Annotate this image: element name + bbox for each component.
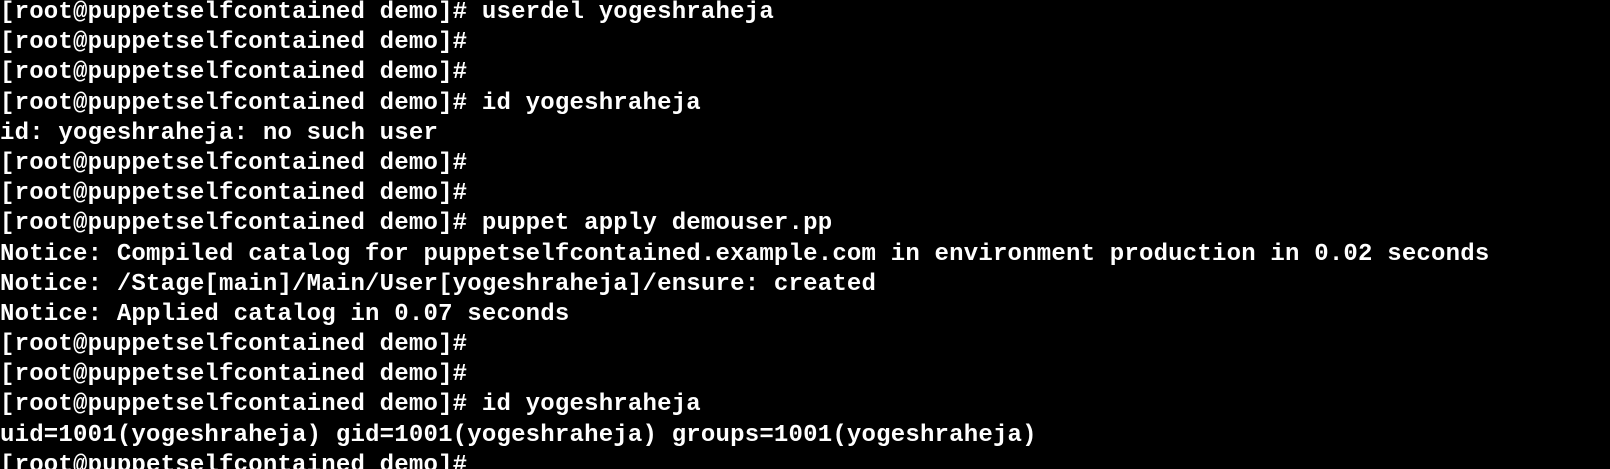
terminal-line: Notice: /Stage[main]/Main/User[yogeshrah… — [0, 270, 877, 298]
terminal-line: [root@puppetselfcontained demo]# id yoge… — [0, 391, 701, 419]
terminal-line: [root@puppetselfcontained demo]# — [0, 331, 468, 359]
terminal-line: [root@puppetselfcontained demo]# — [0, 59, 468, 87]
terminal-line: Notice: Compiled catalog for puppetselfc… — [0, 240, 1490, 268]
terminal-line: Notice: Applied catalog in 0.07 seconds — [0, 300, 570, 328]
terminal-line: [root@puppetselfcontained demo]# — [0, 451, 468, 469]
terminal-line: [root@puppetselfcontained demo]# — [0, 180, 468, 208]
terminal-line: [root@puppetselfcontained demo]# userdel… — [0, 0, 774, 26]
terminal-line: id: yogeshraheja: no such user — [0, 119, 439, 147]
terminal-line: [root@puppetselfcontained demo]# — [0, 361, 468, 389]
terminal-window[interactable]: [root@puppetselfcontained demo]# userdel… — [0, 0, 1610, 469]
terminal-line: [root@puppetselfcontained demo]# — [0, 29, 468, 57]
terminal-line: uid=1001(yogeshraheja) gid=1001(yogeshra… — [0, 421, 1037, 449]
terminal-line: [root@puppetselfcontained demo]# puppet … — [0, 210, 833, 238]
terminal-output: [root@puppetselfcontained demo]# userdel… — [0, 0, 1489, 469]
terminal-line: [root@puppetselfcontained demo]# id yoge… — [0, 89, 701, 117]
terminal-line: [root@puppetselfcontained demo]# — [0, 149, 468, 177]
